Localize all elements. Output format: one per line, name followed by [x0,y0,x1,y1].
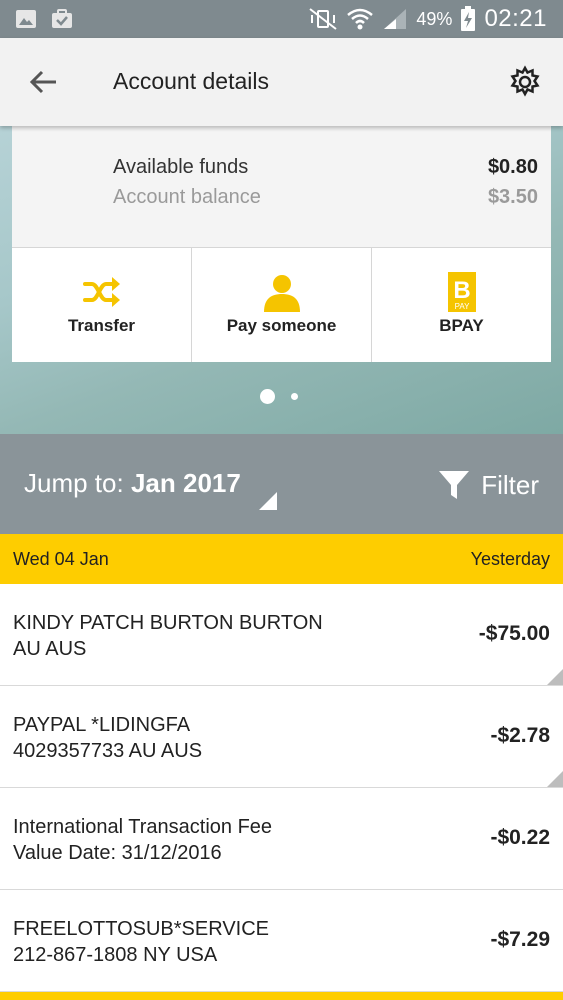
transaction-amount: -$2.78 [490,724,550,747]
page-title: Account details [113,68,269,94]
pager-dot[interactable] [291,393,298,400]
filter-button[interactable]: Filter [437,468,539,502]
transaction-line-1: International Transaction Fee [13,816,273,838]
expand-corner-icon [547,771,563,787]
transaction-description: FREELOTTOSUB*SERVICE 212-867-1808 NY USA [13,916,269,968]
pay-someone-label: Pay someone [226,316,337,335]
gallery-icon [16,10,36,28]
date-section-header: Wed 04 Jan Yesterday [0,534,563,584]
app-bar: Account details [0,38,563,126]
mute-vibrate-icon [309,8,338,30]
jump-to-label: Jump to: [24,468,124,498]
jump-filter-bar: Jump to: Jan 2017 Filter [0,434,563,534]
briefcase-icon [52,9,72,28]
account-balance-label: Account balance [113,186,261,208]
bpay-label: BPAY [439,316,484,335]
account-balance-value: $3.50 [487,186,538,208]
battery-percent: 49% [416,8,453,29]
transaction-amount: -$7.29 [490,928,550,951]
pay-someone-button[interactable]: Pay someone [192,248,372,362]
funnel-icon [439,471,470,499]
transaction-line-1: PAYPAL *LIDINGFA [13,714,191,736]
person-icon [263,275,300,312]
transaction-line-2: Value Date: 31/12/2016 [13,842,222,864]
jump-to-selector[interactable]: Jump to: Jan 2017 [24,468,241,499]
bpay-icon: B PAY [447,272,476,312]
pager-dot-active[interactable] [260,389,275,404]
transaction-line-2: 212-867-1808 NY USA [13,944,218,966]
transaction-row[interactable]: PAYPAL *LIDINGFA 4029357733 AU AUS -$2.7… [0,686,563,788]
bpay-button[interactable]: B PAY BPAY [372,248,551,362]
bpay-icon-letter: B [453,277,470,304]
back-arrow-icon[interactable] [26,64,62,100]
account-card: Available funds $0.80 Account balance $3… [12,126,551,362]
transaction-row[interactable]: FREELOTTOSUB*SERVICE 212-867-1808 NY USA… [0,890,563,992]
transaction-description: PAYPAL *LIDINGFA 4029357733 AU AUS [13,712,202,764]
section-date: Wed 04 Jan [13,549,109,569]
jump-to-value: Jan 2017 [130,468,241,498]
signal-icon [384,9,407,29]
shuffle-icon [82,277,120,307]
dropdown-corner-icon [259,492,277,510]
clock: 02:21 [484,5,547,32]
transaction-row[interactable]: International Transaction Fee Value Date… [0,788,563,890]
transaction-line-1: KINDY PATCH BURTON BURTON [13,612,323,634]
transaction-amount: -$0.22 [490,826,550,849]
bpay-icon-subtext: PAY [454,302,469,311]
transaction-line-2: 4029357733 AU AUS [13,740,203,762]
available-funds-value: $0.80 [487,156,538,178]
battery-charging-icon [461,6,476,31]
transfer-label: Transfer [67,316,136,335]
transaction-line-2: AU AUS [13,638,87,660]
section-relative-date: Yesterday [470,549,550,569]
status-bar: 49% 02:21 [0,0,563,38]
wifi-icon [347,8,374,30]
transfer-button[interactable]: Transfer [12,248,192,362]
transaction-description: International Transaction Fee Value Date… [13,814,272,866]
quick-actions: Transfer Pay someone B PAY BPAY [12,248,551,362]
transaction-line-1: FREELOTTOSUB*SERVICE [13,918,269,940]
funds-summary: Available funds $0.80 Account balance $3… [12,126,551,248]
filter-label: Filter [481,469,539,500]
transaction-amount: -$75.00 [478,622,550,645]
next-date-header-edge [0,992,563,1000]
available-funds-label: Available funds [113,156,249,178]
expand-corner-icon [547,669,563,685]
transaction-description: KINDY PATCH BURTON BURTON AU AUS [13,610,323,662]
transaction-row[interactable]: KINDY PATCH BURTON BURTON AU AUS -$75.00 [0,584,563,686]
gear-icon[interactable] [507,64,543,100]
